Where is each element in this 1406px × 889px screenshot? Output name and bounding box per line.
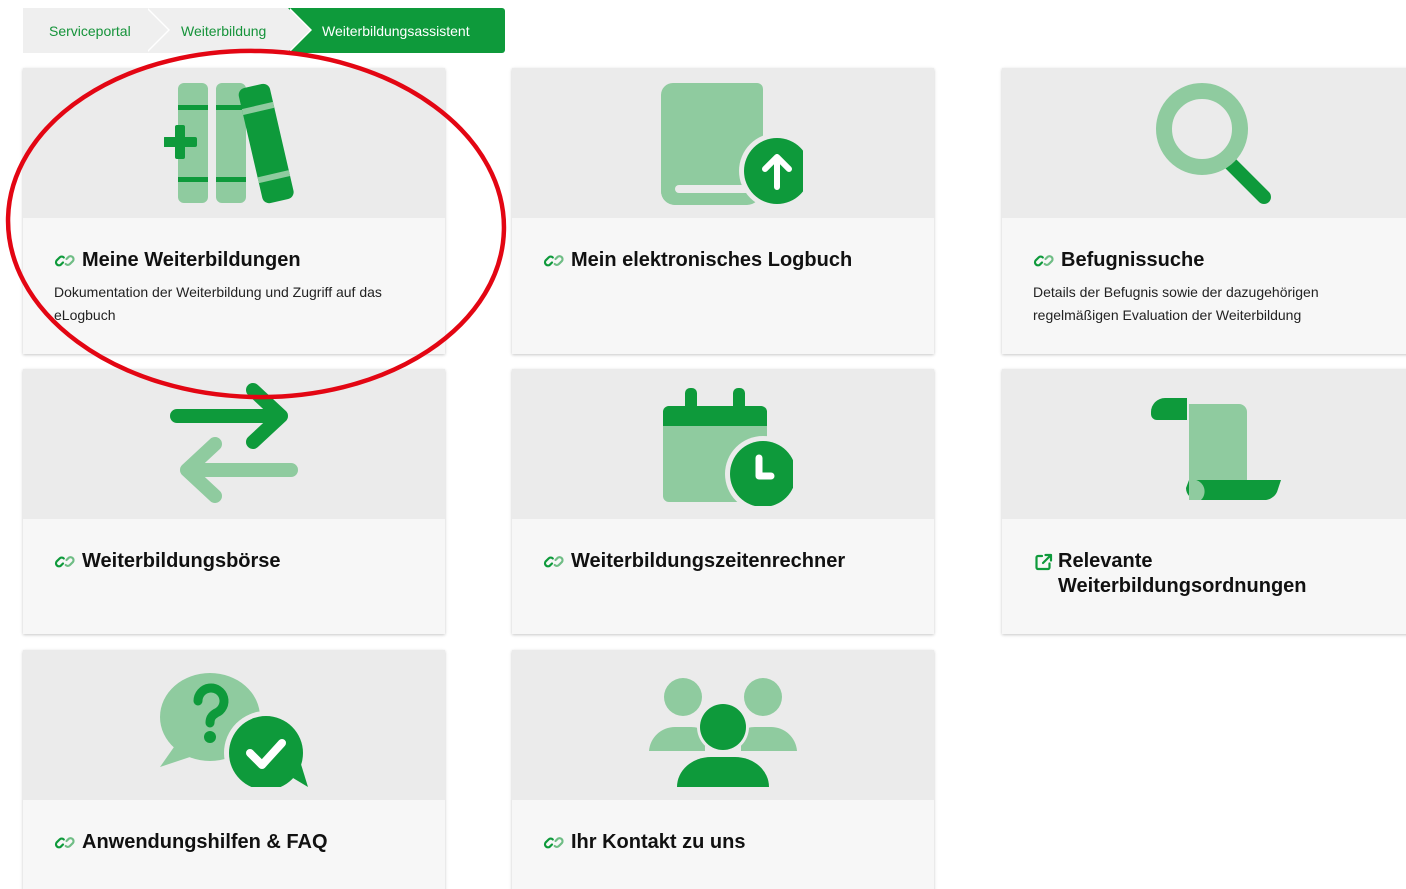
card-kontakt[interactable]: Ihr Kontakt zu uns <box>512 650 934 889</box>
card-banner <box>23 650 445 800</box>
card-weiterbildungszeitenrechner[interactable]: Weiterbildungszeitenrechner <box>512 369 934 634</box>
card-banner <box>512 369 934 519</box>
card-title-text: Meine Weiterbildungen <box>82 249 301 271</box>
card-title-text: Weiterbildungszeitenrechner <box>571 550 846 572</box>
card-elektronisches-logbuch[interactable]: Mein elektronisches Logbuch <box>512 68 934 354</box>
card-title[interactable]: Weiterbildungsbörse <box>54 549 415 574</box>
card-title[interactable]: Mein elektronisches Logbuch <box>543 248 904 273</box>
people-group-icon <box>649 678 797 787</box>
card-banner <box>512 650 934 800</box>
link-icon <box>54 255 75 267</box>
books-medical-icon <box>164 83 294 204</box>
card-banner <box>512 68 934 218</box>
link-icon <box>543 255 564 267</box>
breadcrumb-label: Weiterbildungsassistent <box>322 22 470 39</box>
link-icon <box>1033 255 1054 267</box>
card-weiterbildungsordnungen[interactable]: Relevante Weiterbildungsordnungen <box>1002 369 1406 634</box>
link-icon <box>54 556 75 568</box>
card-title[interactable]: Anwendungshilfen & FAQ <box>54 830 415 855</box>
exchange-arrows-icon <box>170 383 298 503</box>
link-icon <box>543 556 564 568</box>
card-title-text: Relevante Weiterbildungsordnungen <box>1058 550 1307 597</box>
card-title-text: Anwendungshilfen & FAQ <box>82 831 328 853</box>
scroll-icon <box>1151 398 1281 501</box>
card-title[interactable]: Ihr Kontakt zu uns <box>543 830 904 855</box>
magnifier-icon <box>1156 83 1271 204</box>
card-title[interactable]: Befugnissuche <box>1033 248 1382 273</box>
card-banner <box>1002 369 1406 519</box>
card-banner <box>23 68 445 218</box>
breadcrumb-weiterbildungsassistent[interactable]: Weiterbildungsassistent <box>288 8 505 53</box>
card-title[interactable]: Weiterbildungszeitenrechner <box>543 549 904 574</box>
card-meine-weiterbildungen[interactable]: Meine Weiterbildungen Dokumentation der … <box>23 68 445 354</box>
question-chat-icon <box>160 673 308 787</box>
breadcrumb: Serviceportal Weiterbildung Weiterbildun… <box>23 8 505 53</box>
external-link-icon <box>1035 553 1053 571</box>
link-icon <box>54 837 75 849</box>
card-description: Details der Befugnis sowie der dazugehör… <box>1033 284 1319 323</box>
card-title-text: Ihr Kontakt zu uns <box>571 831 746 853</box>
card-weiterbildungsboerse[interactable]: Weiterbildungsbörse <box>23 369 445 634</box>
card-description: Dokumentation der Weiterbildung und Zugr… <box>54 284 382 323</box>
card-anwendungshilfen-faq[interactable]: Anwendungshilfen & FAQ <box>23 650 445 889</box>
logbook-upload-icon <box>661 83 803 205</box>
card-title[interactable]: Meine Weiterbildungen <box>54 248 415 273</box>
calendar-clock-icon <box>663 388 793 506</box>
card-banner <box>1002 68 1406 218</box>
link-icon <box>543 837 564 849</box>
card-befugnissuche[interactable]: Befugnissuche Details der Befugnis sowie… <box>1002 68 1406 354</box>
breadcrumb-serviceportal[interactable]: Serviceportal <box>23 8 170 53</box>
card-banner <box>23 369 445 519</box>
card-title[interactable]: Relevante Weiterbildungsordnungen <box>1033 549 1382 599</box>
breadcrumb-label: Serviceportal <box>49 22 131 39</box>
breadcrumb-label: Weiterbildung <box>181 22 267 39</box>
card-title-text: Mein elektronisches Logbuch <box>571 249 853 271</box>
card-title-text: Weiterbildungsbörse <box>82 550 281 572</box>
card-title-text: Befugnissuche <box>1061 249 1205 271</box>
